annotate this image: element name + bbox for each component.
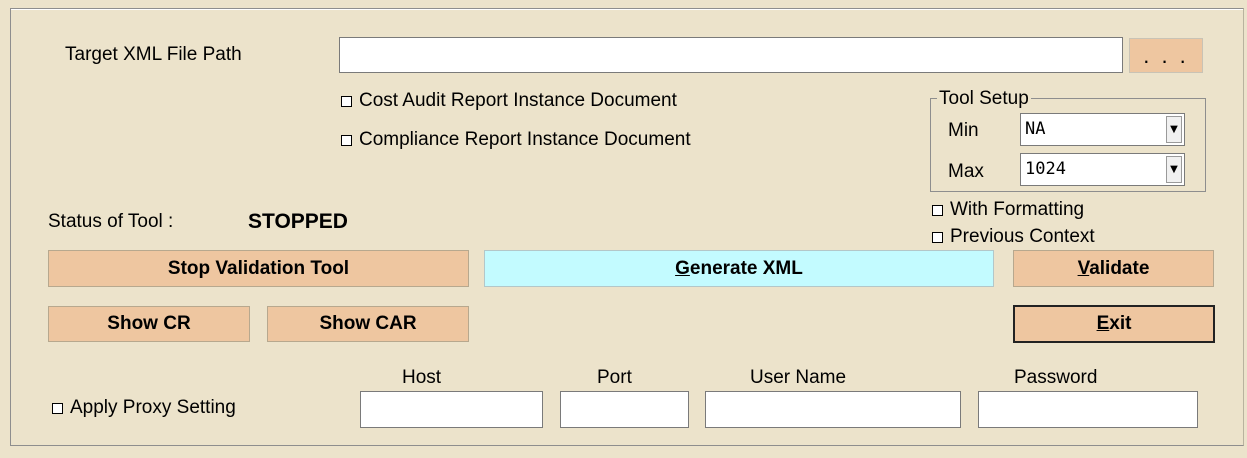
username-label: User Name: [750, 367, 847, 388]
target-path-input[interactable]: [339, 37, 1123, 73]
password-label: Password: [1014, 367, 1098, 388]
chevron-down-icon[interactable]: ▼: [1166, 156, 1182, 183]
validate-button[interactable]: Validate: [1013, 250, 1214, 287]
with-formatting-checkbox[interactable]: With Formatting: [932, 199, 1084, 221]
with-formatting-label: With Formatting: [950, 199, 1085, 220]
generate-label: enerate XML: [689, 258, 803, 279]
show-cr-button[interactable]: Show CR: [48, 306, 250, 342]
checkbox-box[interactable]: [52, 402, 63, 414]
exit-button[interactable]: Exit: [1013, 305, 1215, 343]
username-input[interactable]: [705, 391, 961, 428]
cost-audit-checkbox[interactable]: Cost Audit Report Instance Document: [341, 90, 677, 112]
max-label: Max: [948, 161, 984, 182]
checkbox-box[interactable]: [341, 95, 352, 107]
apply-proxy-checkbox[interactable]: Apply Proxy Setting: [52, 397, 236, 419]
status-value: STOPPED: [248, 210, 348, 233]
checkbox-box[interactable]: [932, 204, 943, 216]
cost-audit-label: Cost Audit Report Instance Document: [359, 90, 677, 111]
exit-label: xit: [1109, 313, 1132, 334]
exit-mnemonic: E: [1096, 313, 1110, 334]
checkbox-box[interactable]: [932, 231, 943, 243]
host-label: Host: [402, 367, 442, 388]
port-label: Port: [597, 367, 632, 388]
generate-xml-button[interactable]: Generate XML: [484, 250, 994, 287]
apply-proxy-label: Apply Proxy Setting: [70, 397, 236, 418]
target-path-label: Target XML File Path: [65, 44, 242, 65]
tool-setup-title: Tool Setup: [937, 88, 1031, 110]
show-car-button[interactable]: Show CAR: [267, 306, 469, 342]
stop-validation-button[interactable]: Stop Validation Tool: [48, 250, 469, 287]
checkbox-box[interactable]: [341, 134, 352, 146]
status-label: Status of Tool :: [48, 211, 174, 232]
min-label: Min: [948, 120, 979, 141]
port-input[interactable]: [560, 391, 689, 428]
generate-mnemonic: G: [675, 258, 690, 279]
previous-context-label: Previous Context: [950, 226, 1095, 247]
validate-label: alidate: [1089, 258, 1150, 279]
compliance-label: Compliance Report Instance Document: [359, 129, 691, 150]
browse-button[interactable]: . . .: [1129, 38, 1203, 73]
min-select-value: NA: [1025, 119, 1046, 139]
panel-highlight: [11, 9, 1243, 10]
min-select[interactable]: NA ▼: [1020, 113, 1185, 146]
host-input[interactable]: [360, 391, 543, 428]
compliance-checkbox[interactable]: Compliance Report Instance Document: [341, 129, 691, 151]
previous-context-checkbox[interactable]: Previous Context: [932, 226, 1095, 248]
chevron-down-icon[interactable]: ▼: [1166, 116, 1182, 143]
password-input[interactable]: [978, 391, 1198, 428]
validate-mnemonic: V: [1077, 258, 1090, 279]
max-select[interactable]: 1024 ▼: [1020, 153, 1185, 186]
max-select-value: 1024: [1025, 159, 1066, 179]
